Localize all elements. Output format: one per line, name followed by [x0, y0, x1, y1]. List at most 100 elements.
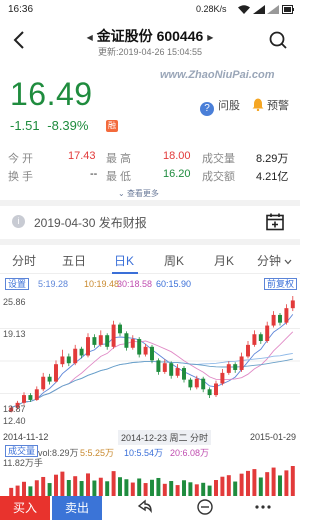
- watermark: www.ZhaoNiuPai.com: [160, 69, 275, 81]
- remove-watchlist-icon[interactable]: [196, 498, 214, 516]
- stock-name: 金证股份: [96, 28, 153, 44]
- candle-body: [111, 324, 116, 347]
- volume-bar: [239, 473, 244, 496]
- chart-tabs: 分时 五日 日K 周K 月K 分钟: [0, 246, 300, 274]
- divider-2: [0, 239, 300, 245]
- volume-bar: [130, 482, 135, 496]
- tab-monthly-k[interactable]: 月K: [214, 252, 234, 269]
- volume-bar: [9, 487, 14, 496]
- change-value: -1.51: [10, 118, 40, 133]
- volume-bar: [66, 480, 71, 496]
- more-icon[interactable]: [254, 498, 272, 516]
- volume-bar: [233, 481, 238, 496]
- candle-body: [226, 364, 231, 373]
- info-icon: i: [12, 215, 25, 228]
- share-icon[interactable]: [136, 498, 154, 516]
- volume-bar: [118, 477, 122, 496]
- candle-body: [137, 339, 142, 355]
- tab-minute-label: 分钟: [257, 254, 282, 268]
- volume-bar: [265, 472, 270, 496]
- candle-body: [162, 363, 167, 372]
- candle-body: [246, 344, 250, 357]
- stock-title[interactable]: ◀ 金证股份 600446 ▶: [70, 26, 230, 46]
- bell-icon: [252, 98, 264, 112]
- volume-bar: [214, 480, 218, 496]
- x-label-cursor: 2014-12-23 周二 分时: [118, 430, 212, 445]
- stock-code: 600446: [156, 28, 204, 44]
- earnings-report-row[interactable]: i 2019-04-30 发布财报: [0, 206, 300, 238]
- candle-body: [28, 395, 33, 400]
- candlestick-svg[interactable]: [0, 292, 300, 432]
- candle-body: [201, 378, 206, 390]
- update-time: 更新:2019-04-26 15:04:55: [97, 47, 203, 57]
- volume-bar: [246, 470, 250, 496]
- candlestick-chart[interactable]: 25.86 19.13 13.87 12.40: [0, 292, 300, 432]
- calendar-add-icon[interactable]: [265, 212, 285, 232]
- candle-body: [22, 395, 26, 403]
- volume-bar: [86, 473, 90, 496]
- volume-bar: [175, 485, 180, 496]
- margin-badge: 融: [106, 120, 118, 132]
- turnover-label: 换 手: [8, 171, 34, 183]
- volume-bar: [258, 477, 263, 496]
- candle-body: [271, 314, 276, 326]
- tab-weekly-k[interactable]: 周K: [164, 252, 184, 269]
- volume-bar: [73, 476, 78, 496]
- ma60-line: [11, 358, 293, 409]
- amount-label: 成交额: [202, 171, 235, 183]
- volume-bar: [284, 470, 289, 496]
- change-percent: -8.39%: [47, 118, 89, 133]
- battery-icon: [282, 5, 294, 14]
- candle-body: [143, 346, 148, 355]
- open-label: 今 开: [8, 153, 34, 165]
- volume-bar: [47, 483, 52, 496]
- volume-svg[interactable]: [0, 456, 300, 496]
- active-tab-indicator: [112, 272, 138, 274]
- volume-max-label: 11.82万手: [3, 458, 43, 468]
- volume-bar: [54, 474, 58, 496]
- back-button[interactable]: [12, 30, 28, 50]
- tab-daily-k[interactable]: 日K: [114, 252, 134, 269]
- volume-bar: [15, 485, 20, 496]
- volume-bar: [92, 480, 97, 496]
- earnings-report-text: 2019-04-30 发布财报: [34, 216, 147, 230]
- volume-chart[interactable]: 11.82万手: [0, 456, 300, 496]
- bottom-toolbar: 买入 卖出: [0, 496, 300, 520]
- volume-bar: [22, 481, 26, 496]
- next-stock-icon[interactable]: ▶: [207, 33, 213, 42]
- tab-minute[interactable]: 分钟: [257, 252, 292, 269]
- ma30-value: 30:18.58: [117, 279, 153, 289]
- volume-bar: [156, 477, 161, 496]
- signal-icon-2: [267, 5, 279, 14]
- candle-body: [60, 356, 65, 365]
- low-label: 最 低: [106, 171, 132, 183]
- candle-body: [92, 337, 97, 345]
- x-label-end: 2015-01-29: [250, 432, 297, 442]
- candle-body: [54, 364, 58, 382]
- volume-bar: [111, 471, 116, 496]
- tab-five-day[interactable]: 五日: [62, 252, 86, 269]
- tab-intraday[interactable]: 分时: [12, 252, 36, 269]
- ask-stock-label: 问股: [218, 100, 240, 112]
- volume-bar: [201, 482, 206, 496]
- ask-stock-button[interactable]: ? 问股: [200, 97, 240, 116]
- ma-legend: 设置 5:19.28 10:19.48 30:18.58 60:15.90 前复…: [0, 278, 300, 292]
- sell-button[interactable]: 卖出: [52, 496, 102, 520]
- price-alert-button[interactable]: 预警: [252, 97, 289, 113]
- turnover-value: --: [90, 168, 98, 180]
- open-value: 17.43: [68, 150, 96, 162]
- prev-stock-icon[interactable]: ◀: [87, 33, 93, 42]
- adjust-button[interactable]: 前复权: [264, 278, 298, 290]
- search-icon[interactable]: [268, 30, 288, 50]
- show-more-button[interactable]: ⌄ 查看更多: [118, 188, 159, 199]
- volume-bar: [271, 467, 276, 496]
- y-tick-max: 25.86: [3, 297, 26, 307]
- volume-bar: [60, 471, 65, 496]
- candle-body: [220, 372, 225, 384]
- candle-body: [278, 314, 282, 323]
- candle-body: [169, 363, 174, 376]
- candle-body: [233, 364, 238, 370]
- settings-button[interactable]: 设置: [5, 278, 30, 290]
- chevron-down-icon: ⌄: [118, 189, 125, 198]
- buy-button[interactable]: 买入: [0, 496, 50, 520]
